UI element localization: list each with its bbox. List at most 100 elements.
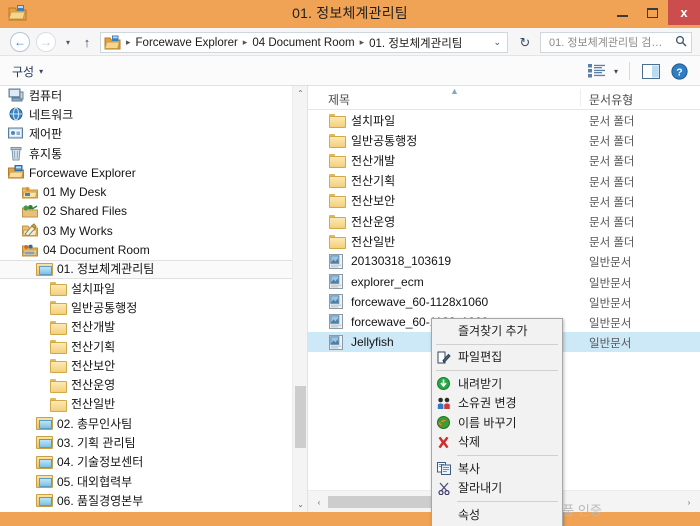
sidebar-item-label: 휴지통 bbox=[29, 146, 63, 161]
sidebar-item-6[interactable]: 02 Shared Files bbox=[0, 202, 292, 221]
refresh-icon: ↻ bbox=[519, 34, 531, 50]
folder-open-icon bbox=[36, 474, 52, 489]
svg-text:?: ? bbox=[676, 66, 682, 78]
list-view-icon[interactable] bbox=[583, 60, 609, 82]
sidebar-item-19[interactable]: 04. 기술정보센터 bbox=[0, 453, 292, 472]
sidebar-item-7[interactable]: 03 My Works bbox=[0, 221, 292, 240]
copy-icon bbox=[435, 461, 452, 477]
sidebar-item-4[interactable]: Forcewave Explorer bbox=[0, 163, 292, 182]
sidebar-item-3[interactable]: 휴지통 bbox=[0, 144, 292, 163]
sidebar-item-15[interactable]: 전산운영 bbox=[0, 375, 292, 394]
sidebar-item-16[interactable]: 전산일반 bbox=[0, 395, 292, 414]
refresh-button[interactable]: ↻ bbox=[516, 33, 534, 52]
table-row[interactable]: 전산일반 문서 폴더 bbox=[308, 231, 700, 251]
scrollbar-thumb[interactable] bbox=[295, 386, 306, 448]
sidebar-item-label: 01. 정보체계관리팀 bbox=[57, 262, 155, 277]
table-row[interactable]: 설치파일 문서 폴더 bbox=[308, 110, 700, 130]
table-row[interactable]: 전산기획 문서 폴더 bbox=[308, 171, 700, 191]
document-icon bbox=[329, 294, 345, 310]
sidebar-item-2[interactable]: 제어판 bbox=[0, 125, 292, 144]
sidebar-item-label: 네트워크 bbox=[29, 107, 74, 122]
scroll-down-icon[interactable]: ⌄ bbox=[293, 497, 308, 512]
file-name: forcewave_60-1128x1060 bbox=[351, 294, 489, 309]
folder-icon bbox=[329, 193, 345, 208]
sidebar-item-0[interactable]: 컴퓨터 bbox=[0, 86, 292, 105]
sidebar-item-8[interactable]: 04 Document Room bbox=[0, 240, 292, 259]
file-name: 전산보안 bbox=[351, 194, 396, 209]
context-menu-item-5[interactable]: 삭제 bbox=[432, 433, 562, 453]
sidebar-item-22[interactable]: 07. 감사본부 bbox=[0, 511, 292, 512]
context-menu-item-label: 소유권 변경 bbox=[458, 396, 517, 411]
window-title: 01. 정보체계관리팀 bbox=[292, 5, 408, 21]
back-button[interactable]: ← bbox=[10, 32, 30, 52]
sidebar-item-20[interactable]: 05. 대외협력부 bbox=[0, 472, 292, 491]
context-menu-item-2[interactable]: 내려받기 bbox=[432, 374, 562, 394]
scroll-up-icon[interactable]: ⌃ bbox=[293, 86, 308, 101]
sidebar-item-14[interactable]: 전산보안 bbox=[0, 356, 292, 375]
file-type: 일반문서 bbox=[589, 257, 632, 270]
context-menu-item-4[interactable]: 이름 바꾸기 bbox=[432, 413, 562, 433]
table-row[interactable]: 전산보안 문서 폴더 bbox=[308, 191, 700, 211]
document-icon bbox=[329, 253, 345, 269]
column-header-name[interactable]: 제목 bbox=[328, 91, 350, 108]
breadcrumb-item-2[interactable]: 01. 정보체계관리팀 bbox=[368, 35, 463, 51]
context-menu-item-6[interactable]: 복사 bbox=[432, 459, 562, 479]
sidebar-item-21[interactable]: 06. 품질경영본부 bbox=[0, 491, 292, 510]
address-bar[interactable]: ▸ Forcewave Explorer ▸ 04 Document Room … bbox=[100, 32, 508, 53]
table-row[interactable]: explorer_ecm 일반문서 bbox=[308, 272, 700, 292]
close-button[interactable]: x bbox=[668, 0, 700, 25]
download-icon bbox=[435, 376, 452, 392]
context-menu-item-label: 내려받기 bbox=[458, 376, 503, 391]
chevron-down-icon: ▾ bbox=[65, 37, 70, 47]
sidebar-item-label: 일반공통행정 bbox=[71, 300, 138, 315]
sidebar-item-1[interactable]: 네트워크 bbox=[0, 105, 292, 124]
forward-button[interactable]: → bbox=[36, 32, 56, 52]
context-menu-item-8[interactable]: 속성 bbox=[432, 505, 562, 525]
search-box[interactable] bbox=[540, 32, 692, 53]
table-row[interactable]: forcewave_60-1128x1060 일반문서 bbox=[308, 292, 700, 312]
my-desk-icon bbox=[22, 185, 38, 200]
sidebar-item-17[interactable]: 02. 총무인사팀 bbox=[0, 414, 292, 433]
sidebar-item-5[interactable]: 01 My Desk bbox=[0, 182, 292, 201]
breadcrumb-item-1[interactable]: 04 Document Room bbox=[251, 37, 355, 49]
organize-button[interactable]: 구성 ▾ bbox=[12, 61, 43, 81]
address-dropdown-icon[interactable]: ⌄ bbox=[493, 37, 501, 48]
file-type: 문서 폴더 bbox=[589, 116, 635, 128]
breadcrumb-item-0[interactable]: Forcewave Explorer bbox=[135, 37, 239, 49]
table-row[interactable]: 20130318_103619 일반문서 bbox=[308, 251, 700, 271]
column-header-row: 제목 문서유형 ▲ bbox=[308, 86, 700, 110]
scroll-left-icon[interactable]: ‹ bbox=[312, 495, 326, 509]
sidebar-item-12[interactable]: 전산개발 bbox=[0, 318, 292, 337]
recent-locations-button[interactable]: ▾ bbox=[60, 32, 76, 52]
sidebar-item-13[interactable]: 전산기획 bbox=[0, 337, 292, 356]
breadcrumb-separator: ▸ bbox=[359, 37, 365, 47]
context-menu-item-0[interactable]: 즐겨찾기 추가 bbox=[432, 321, 562, 341]
sidebar-item-18[interactable]: 03. 기획 관리팀 bbox=[0, 433, 292, 452]
sidebar-item-label: 전산일반 bbox=[71, 397, 116, 412]
navigation-scrollbar[interactable]: ⌃ ⌄ bbox=[292, 86, 307, 512]
context-menu-item-1[interactable]: 파일편집 bbox=[432, 348, 562, 368]
preview-pane-icon[interactable] bbox=[638, 60, 664, 82]
minimize-button[interactable] bbox=[608, 0, 636, 25]
scroll-right-icon[interactable]: › bbox=[682, 495, 696, 509]
up-button[interactable]: ↑ bbox=[78, 32, 96, 52]
title-bar: 01. 정보체계관리팀 x bbox=[0, 0, 700, 28]
maximize-button[interactable] bbox=[638, 0, 666, 25]
file-type: 일반문서 bbox=[589, 277, 632, 290]
table-row[interactable]: 일반공통행정 문서 폴더 bbox=[308, 130, 700, 150]
sidebar-item-11[interactable]: 일반공통행정 bbox=[0, 298, 292, 317]
sidebar-item-9[interactable]: 01. 정보체계관리팀 bbox=[0, 259, 292, 279]
context-menu-item-3[interactable]: 소유권 변경 bbox=[432, 394, 562, 414]
help-icon[interactable]: ? bbox=[666, 60, 692, 82]
sidebar-item-10[interactable]: 설치파일 bbox=[0, 279, 292, 298]
column-divider[interactable] bbox=[580, 89, 581, 106]
file-type: 일반문서 bbox=[589, 338, 632, 351]
file-type: 문서 폴더 bbox=[589, 216, 635, 229]
folder-icon bbox=[50, 281, 66, 296]
table-row[interactable]: 전산개발 문서 폴더 bbox=[308, 150, 700, 170]
search-input[interactable] bbox=[547, 35, 673, 50]
column-header-type[interactable]: 문서유형 bbox=[589, 91, 633, 108]
context-menu-item-7[interactable]: 잘라내기 bbox=[432, 479, 562, 499]
table-row[interactable]: 전산운영 문서 폴더 bbox=[308, 211, 700, 231]
view-options-caret-icon[interactable]: ▾ bbox=[609, 67, 623, 76]
